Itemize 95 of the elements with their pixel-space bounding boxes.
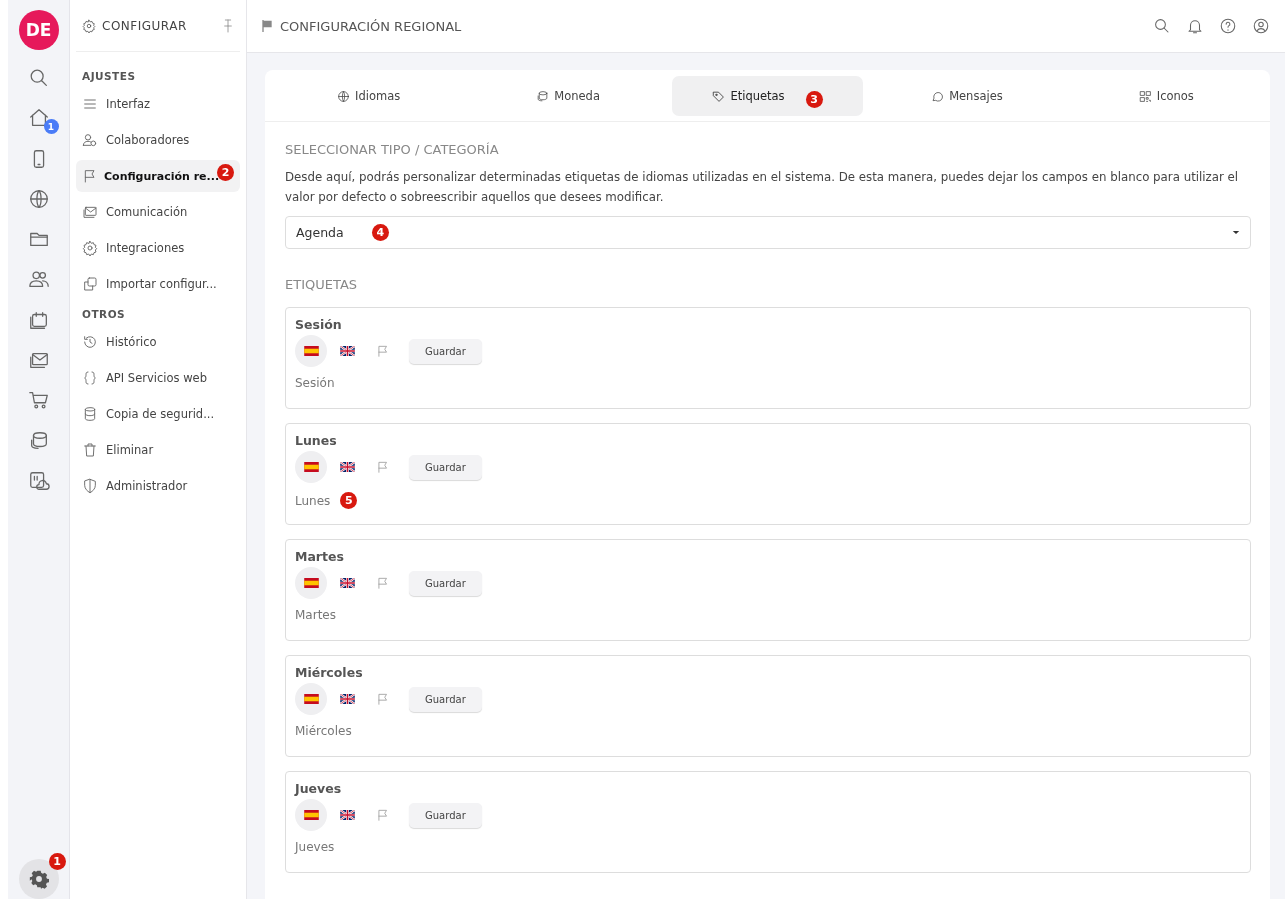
sidebar-title: CONFIGURAR	[102, 18, 187, 33]
language-button[interactable]	[295, 567, 327, 599]
category-select[interactable]: Agenda 4	[285, 216, 1251, 249]
label-title: Sesión	[295, 317, 343, 332]
label-value: Lunes	[295, 493, 331, 508]
sidebar-item[interactable]: Copia de segurid...	[76, 398, 240, 430]
uk-flag-icon	[339, 346, 355, 356]
sidebar-item[interactable]: Configuración re... 2	[76, 160, 240, 192]
spain-flag-icon	[303, 346, 319, 356]
save-button[interactable]: Guardar	[409, 802, 482, 828]
uk-flag-icon	[339, 810, 355, 820]
sidebar-item[interactable]: Eliminar	[76, 434, 240, 466]
uk-flag-icon	[339, 694, 355, 704]
flag-icon	[376, 576, 390, 590]
uk-flag-icon	[339, 578, 355, 588]
cloud-icon	[27, 469, 50, 492]
sidebar-item[interactable]: API Servicios web	[76, 362, 240, 394]
search-icon	[1153, 17, 1171, 35]
avatar[interactable]: DE	[18, 10, 59, 50]
sidebar-item[interactable]: Integraciones	[76, 232, 240, 264]
label-value: Martes	[295, 608, 336, 622]
section-title: ETIQUETAS	[285, 277, 359, 292]
label-title: Jueves	[295, 781, 343, 796]
page-title: CONFIGURACIÓN REGIONAL	[280, 18, 462, 34]
history-icon	[82, 334, 98, 350]
gear-icon	[82, 240, 98, 256]
select-value: Agenda	[296, 225, 344, 240]
nav-button[interactable]: 1	[18, 98, 59, 139]
spain-flag-icon	[303, 462, 319, 472]
tab[interactable]: Etiquetas 3	[671, 76, 864, 116]
label-title: Martes	[295, 549, 345, 564]
label-value: Sesión	[295, 376, 335, 390]
database-icon	[82, 406, 98, 422]
spain-flag-icon	[303, 694, 319, 704]
globe-icon	[27, 187, 50, 210]
flag-icon	[376, 692, 390, 706]
coins-icon	[536, 89, 550, 103]
notification-badge: 1	[48, 853, 66, 870]
notification-badge: 4	[371, 224, 389, 241]
save-button[interactable]: Guardar	[409, 454, 482, 480]
sidebar-item[interactable]: Histórico	[76, 326, 240, 358]
tab[interactable]: Iconos	[1070, 76, 1263, 116]
language-button[interactable]	[295, 335, 327, 367]
account-icon	[1252, 17, 1270, 35]
chat-icon	[931, 89, 945, 103]
copy-icon	[82, 276, 98, 292]
flag-icon	[376, 344, 390, 358]
tab[interactable]: Moneda	[472, 76, 664, 116]
flag-icon	[259, 18, 275, 34]
spain-flag-icon	[303, 578, 319, 588]
language-button[interactable]	[295, 799, 327, 831]
sidebar-item[interactable]: Interfaz	[76, 88, 240, 120]
caret-icon	[1232, 230, 1240, 235]
uk-flag-icon	[339, 462, 355, 472]
bell-icon	[1186, 17, 1204, 35]
save-button[interactable]: Guardar	[409, 686, 482, 712]
tab[interactable]: Idiomas	[273, 76, 465, 116]
flag-icon	[82, 168, 98, 184]
language-button[interactable]	[295, 683, 327, 715]
label-title: Miércoles	[295, 665, 364, 680]
flag-icon	[376, 808, 390, 822]
user-icon	[82, 132, 98, 148]
label-value: Miércoles	[295, 724, 352, 738]
label-value: Jueves	[295, 840, 335, 854]
menu-icon	[82, 96, 98, 112]
section-heading: AJUSTES	[81, 69, 137, 84]
spain-flag-icon	[303, 810, 319, 820]
sidebar-item[interactable]: Colaboradores	[76, 124, 240, 156]
notification-badge: 2	[217, 163, 234, 181]
save-button[interactable]: Guardar	[409, 570, 482, 596]
section-heading: OTROS	[81, 307, 127, 322]
sidebar-item[interactable]: Comunicación	[76, 196, 240, 228]
notification-badge: 3	[805, 90, 823, 108]
label-title: Lunes	[295, 433, 338, 448]
help-icon	[1219, 17, 1237, 35]
save-button[interactable]: Guardar	[409, 338, 482, 364]
grid-icon	[1138, 89, 1152, 103]
settings-button[interactable]	[18, 859, 59, 899]
trash-icon	[82, 442, 98, 458]
language-button[interactable]	[295, 451, 327, 483]
gear-icon	[82, 18, 96, 33]
notification-badge: 1	[43, 119, 59, 135]
globe-icon	[337, 89, 351, 103]
tag-icon	[712, 89, 726, 103]
envelope-icon	[82, 204, 98, 220]
sidebar-item[interactable]: Administrador	[76, 470, 240, 502]
section-title: SELECCIONAR TIPO / CATEGORÍA	[285, 142, 500, 157]
settings-icon	[28, 869, 49, 889]
notification-badge: 5	[340, 492, 358, 509]
shield-icon	[82, 478, 98, 494]
sidebar-item[interactable]: Importar configur...	[76, 268, 240, 300]
description-text: Desde aquí, podrás personalizar determinadas etiquetas de idiomas utilizadas en el sistema. De esta manera, puedes dejar los campos en blanco para utilizar el valor por defecto o sobreescribir aquellos que desees modificar.	[285, 169, 1240, 206]
braces-icon	[82, 370, 98, 386]
flag-icon	[376, 460, 390, 474]
tab[interactable]: Mensajes	[871, 76, 1063, 116]
